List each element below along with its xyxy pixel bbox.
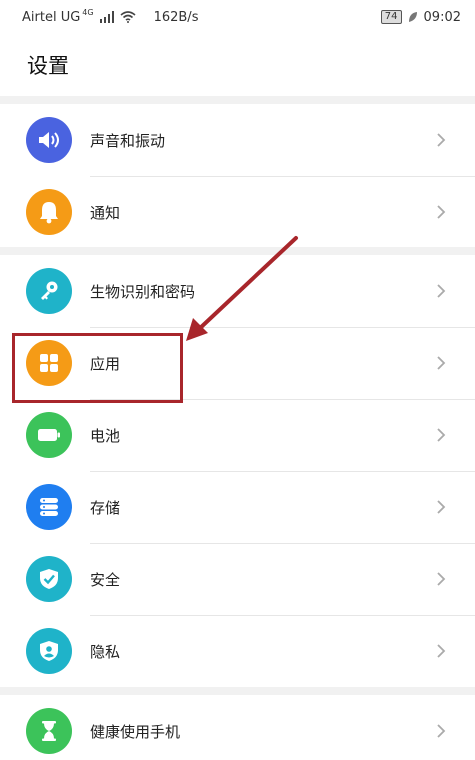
leaf-icon <box>408 12 417 22</box>
network-speed: 162B/s <box>153 9 199 25</box>
settings-item-storage[interactable]: 存储 <box>0 471 475 543</box>
network-type: 4G <box>82 7 94 17</box>
shield-check-icon <box>26 556 72 602</box>
chevron-right-icon <box>437 428 446 442</box>
status-bar: Airtel UG 4G 162B/s 74 09:02 <box>0 0 475 34</box>
chevron-right-icon <box>437 644 446 658</box>
settings-group-2: 生物识别和密码 应用 电池 存储 安全 隐私 <box>0 255 475 687</box>
settings-item-label: 通知 <box>90 203 121 222</box>
wifi-icon <box>120 11 136 23</box>
carrier-name: Airtel UG <box>22 9 81 25</box>
battery-icon <box>26 412 72 458</box>
settings-item-sound[interactable]: 声音和振动 <box>0 104 475 176</box>
settings-item-label: 存储 <box>90 498 121 517</box>
chevron-right-icon <box>437 356 446 370</box>
settings-group-3: 健康使用手机 <box>0 695 475 760</box>
settings-item-label: 安全 <box>90 570 121 589</box>
storage-icon <box>26 484 72 530</box>
settings-item-notifications[interactable]: 通知 <box>0 176 475 248</box>
settings-item-security[interactable]: 安全 <box>0 543 475 615</box>
settings-item-label: 生物识别和密码 <box>90 282 196 301</box>
settings-item-label: 健康使用手机 <box>90 722 181 741</box>
bell-icon <box>26 189 72 235</box>
settings-item-battery[interactable]: 电池 <box>0 399 475 471</box>
settings-group-1: 声音和振动 通知 <box>0 104 475 247</box>
chevron-right-icon <box>437 133 446 147</box>
settings-item-privacy[interactable]: 隐私 <box>0 615 475 687</box>
settings-item-label: 声音和振动 <box>90 131 166 150</box>
privacy-shield-icon <box>26 628 72 674</box>
chevron-right-icon <box>437 572 446 586</box>
battery-level: 74 <box>380 10 402 24</box>
clock: 09:02 <box>423 9 461 25</box>
settings-item-digital-balance[interactable]: 健康使用手机 <box>0 695 475 760</box>
settings-item-biometrics[interactable]: 生物识别和密码 <box>0 255 475 327</box>
settings-item-label: 电池 <box>90 426 121 445</box>
page-header: 设置 <box>0 34 475 96</box>
signal-icon <box>99 11 114 23</box>
settings-item-label: 隐私 <box>90 642 121 661</box>
highlight-box <box>12 333 183 403</box>
chevron-right-icon <box>437 205 446 219</box>
chevron-right-icon <box>437 724 446 738</box>
chevron-right-icon <box>437 284 446 298</box>
hourglass-icon <box>26 708 72 754</box>
page-title: 设置 <box>27 54 69 78</box>
speaker-icon <box>26 117 72 163</box>
key-icon <box>26 268 72 314</box>
chevron-right-icon <box>437 500 446 514</box>
